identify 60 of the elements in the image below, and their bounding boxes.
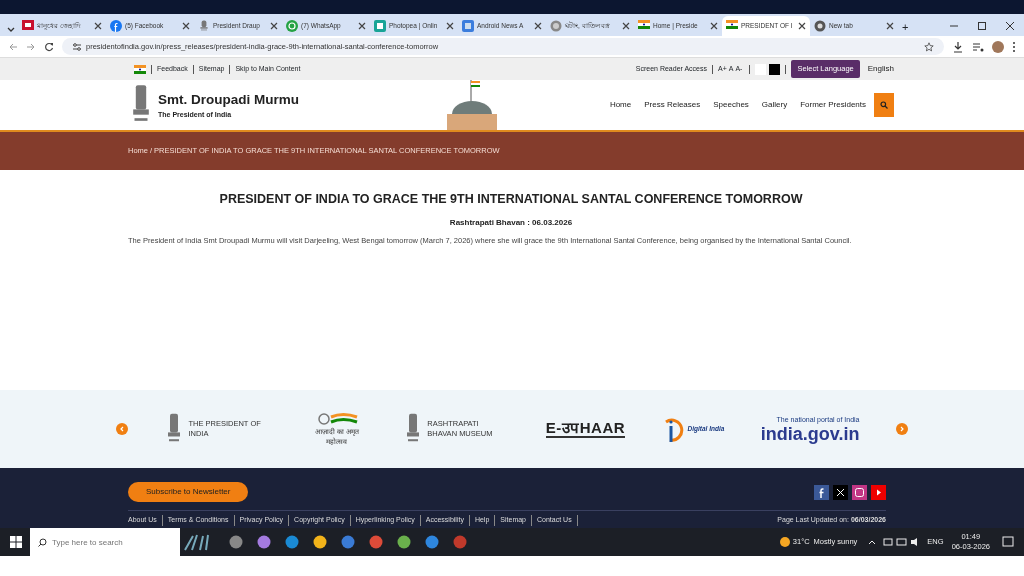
language-label[interactable]: English: [867, 63, 894, 75]
instagram-icon[interactable]: [852, 484, 867, 500]
close-icon[interactable]: [886, 22, 894, 30]
nav-link[interactable]: Home: [609, 99, 632, 111]
reload-icon[interactable]: [44, 41, 54, 52]
nav-link[interactable]: Speeches: [713, 99, 749, 111]
app-icon[interactable]: [453, 535, 467, 549]
next-button[interactable]: [895, 423, 908, 435]
media-icon[interactable]: [972, 40, 984, 53]
partner-logo-text[interactable]: E-उपHAAR: [545, 419, 626, 439]
windows-icon[interactable]: [10, 536, 22, 548]
close-icon[interactable]: [798, 22, 806, 30]
article-dateline: Rashtrapati Bhavan : 06.03.2026: [448, 217, 574, 229]
x-icon[interactable]: [833, 484, 848, 500]
nav-link[interactable]: Gallery: [761, 99, 788, 111]
facebook-icon: [110, 20, 122, 32]
subscribe-button[interactable]: Subscribe to Newsletter: [128, 482, 249, 502]
article-title: PRESIDENT OF INDIA TO GRACE THE 9TH INTERNATIONAL SANTAL CONFERENCE TOMORROW: [218, 192, 804, 207]
facebook-icon[interactable]: [814, 484, 829, 500]
previous-button[interactable]: [116, 423, 128, 435]
emblem-icon: [198, 20, 210, 32]
chevron-right-icon: [898, 425, 905, 432]
close-icon[interactable]: [358, 22, 366, 30]
new-tab-button[interactable]: +: [902, 18, 909, 36]
close-icon[interactable]: [182, 22, 190, 30]
app-icon[interactable]: [341, 535, 355, 549]
forward-icon[interactable]: [26, 41, 36, 52]
app-icon: [374, 20, 386, 32]
star-icon[interactable]: [924, 41, 934, 52]
weather-icon: [778, 536, 791, 548]
search-icon: [38, 538, 47, 547]
flag-icon: [22, 20, 34, 32]
flag-icon: [638, 20, 650, 32]
search-field[interactable]: Type here to search: [30, 528, 180, 556]
close-icon[interactable]: [710, 22, 718, 30]
app-icon: [462, 20, 474, 32]
close-icon[interactable]: [94, 22, 102, 30]
search-icon: [880, 101, 888, 109]
back-icon[interactable]: [8, 41, 18, 52]
close-icon[interactable]: [622, 22, 630, 30]
youtube-icon[interactable]: [871, 484, 886, 500]
notification-icon[interactable]: [1002, 536, 1014, 548]
close-icon[interactable]: [270, 22, 278, 30]
more-icon[interactable]: [1012, 40, 1016, 53]
flag-icon: [134, 64, 146, 74]
app-icon[interactable]: [397, 535, 411, 549]
partner-logo-text[interactable]: india.gov.in: [760, 425, 860, 444]
close-icon[interactable]: [446, 22, 454, 30]
site-info-icon: [72, 41, 82, 52]
maximize-icon[interactable]: [976, 20, 988, 32]
flag-icon: [726, 20, 738, 32]
close-icon[interactable]: [534, 22, 542, 30]
nav-link[interactable]: Press Releases: [644, 99, 701, 111]
avatar-icon[interactable]: [992, 40, 1004, 53]
search-button[interactable]: [874, 93, 894, 117]
chevron-left-icon: [119, 425, 125, 432]
nav-link[interactable]: Former Presidents: [800, 99, 866, 111]
close-icon[interactable]: [1004, 20, 1016, 32]
site-title: Smt. Droupadi Murmu: [158, 90, 299, 109]
dark-theme-button[interactable]: [769, 63, 781, 75]
